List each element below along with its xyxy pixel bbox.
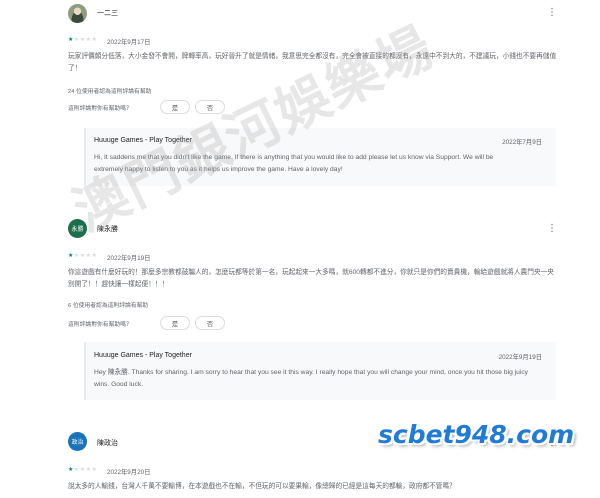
helpful-question: 這則評論對你有幫助嗎？ [68,106,132,112]
developer-name: Huuuge Games - Play Together [94,352,192,359]
reply-text: Hey 陳永勝. Thanks for sharing. I am sorry … [94,369,529,388]
review-date: 2022年9月19日 [107,255,151,262]
developer-reply: Huuuge Games - Play Together 2022年7月9日 H… [84,128,556,186]
helpful-no-button[interactable]: 否 [195,316,225,330]
reviewer-name: 陳政治 [97,440,118,447]
helpful-no-button[interactable]: 否 [195,100,225,114]
review-item: 政治 陳政治 ⋮ ★★★★★ 2022年9月20日 說太多的人輸錢，台灣人千萬不… [0,428,600,498]
star-rating: ★★★★★ [68,36,98,43]
star-rating: ★★★★★ [68,252,98,259]
review-text: 說太多的人輸錢，台灣人千萬不要輸博，在本遊戲也不在輸，不但玩的可以要果輸，像總歸… [68,483,456,490]
helpful-yes-button[interactable]: 是 [160,100,190,114]
avatar: 政治 [68,432,87,451]
avatar [68,4,87,23]
helpful-question: 這則評論對你有幫助嗎？ [68,322,132,328]
reviewer-name: 一二三 [97,10,118,17]
helpful-count: 6 位使用者認為這則評論有幫助 [68,303,149,309]
reply-text: Hi, It saddens me that you didn't like t… [94,154,494,173]
review-item: 一二三 ⋮ ★★★★★ 2022年9月17日 玩家評價頗分低落，大小金發不會開，… [0,0,600,200]
developer-reply: Huuuge Games - Play Together 2022年9月19日 … [84,342,556,400]
reviewer-name: 陳永勝 [97,226,118,233]
review-text: 你這遊戲有什麼好玩的！那麼多宗教都鼓騙人的，怎麼玩都等於第一名，玩起起來一大多嗎… [68,269,554,288]
more-options-icon[interactable]: ⋮ [547,224,557,234]
reply-date: 2022年7月9日 [502,139,542,146]
helpful-count: 24 位使用者認為這則評論有幫助 [68,89,152,95]
star-rating: ★★★★★ [68,466,98,473]
avatar-photo-icon [68,4,87,23]
reviews-page: 一二三 ⋮ ★★★★★ 2022年9月17日 玩家評價頗分低落，大小金發不會開，… [0,0,600,498]
developer-name: Huuuge Games - Play Together [94,137,192,144]
review-date: 2022年9月20日 [107,469,151,476]
review-item: 永勝 陳永勝 ⋮ ★★★★★ 2022年9月19日 你這遊戲有什麼好玩的！那麼多… [0,210,600,420]
reply-date: 2022年9月19日 [498,354,542,361]
review-text: 玩家評價頗分低落，大小金發不會開，牌轉率高，玩好晉升了就是情緒，我意思完全都沒有… [68,53,557,72]
helpful-yes-button[interactable]: 是 [160,316,190,330]
more-options-icon[interactable]: ⋮ [547,438,557,448]
avatar: 永勝 [68,219,87,238]
more-options-icon[interactable]: ⋮ [547,8,557,18]
review-date: 2022年9月17日 [107,39,151,46]
